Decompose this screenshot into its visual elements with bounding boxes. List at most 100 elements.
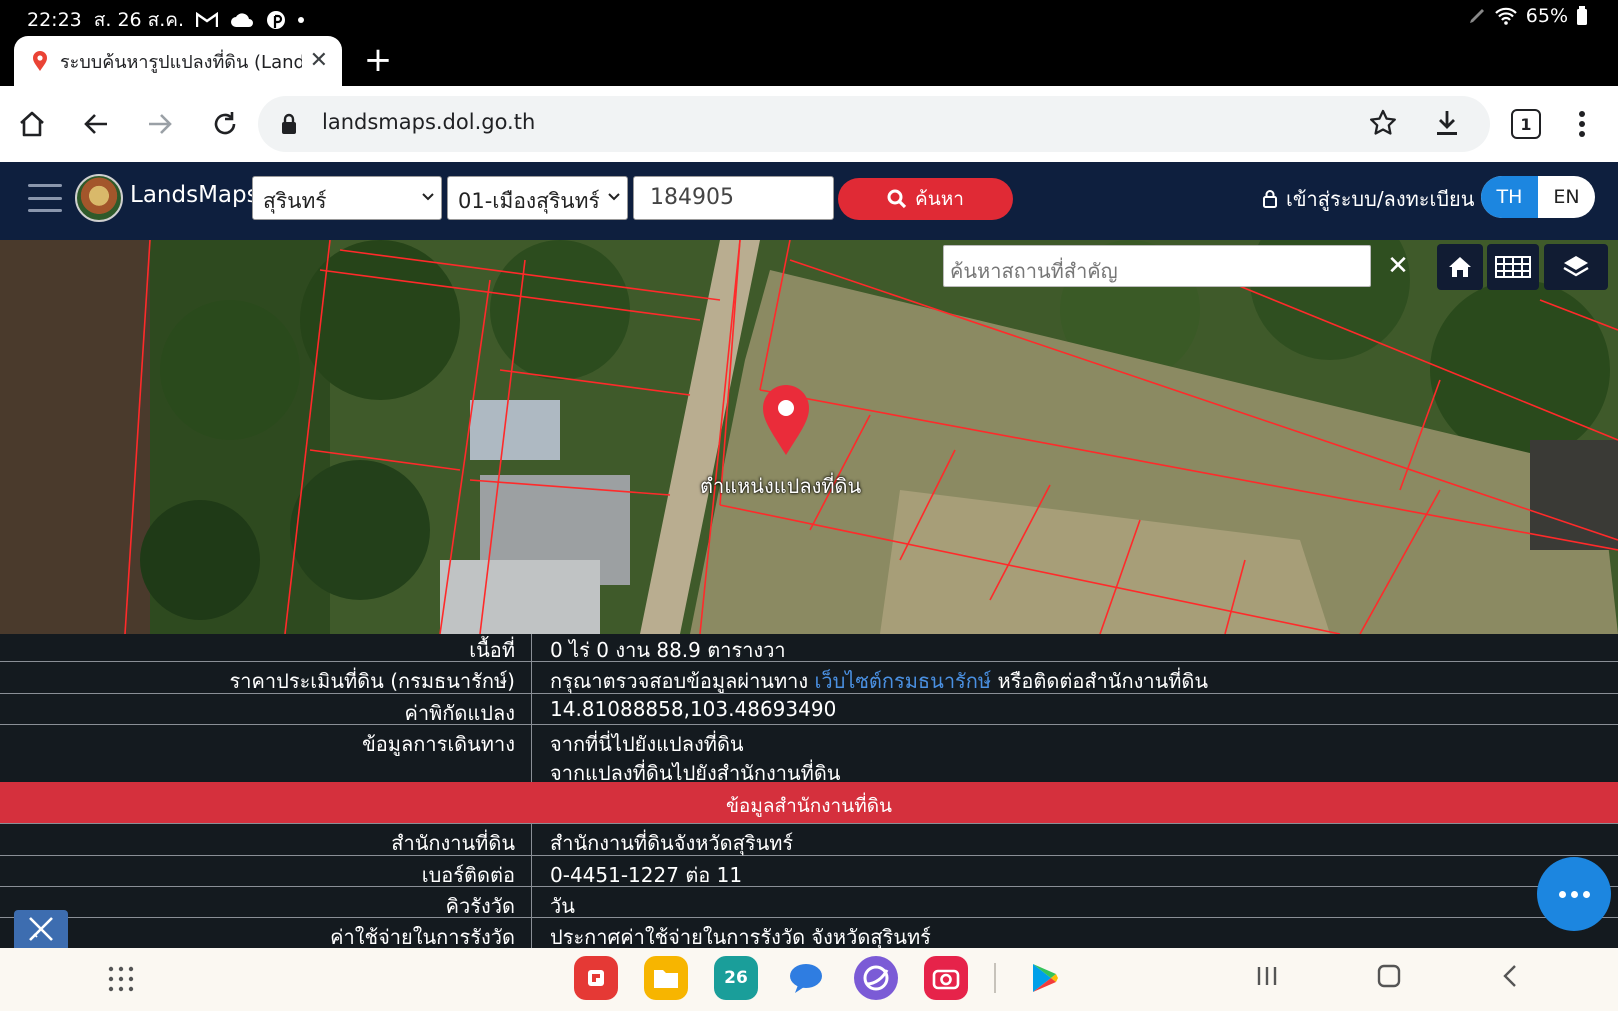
map-view[interactable]: ค้นหาสถานที่สำคัญ ✕ ตำแหน่งแปลงที่ดิน (0, 240, 1618, 634)
clear-search-icon[interactable]: ✕ (1375, 245, 1421, 287)
login-link[interactable]: เข้าสู่ระบบ/ลงทะเบียน (1262, 183, 1474, 215)
office-value: สำนักงานที่ดินจังหวัดสุรินทร์ (550, 831, 794, 855)
lock-icon (1263, 190, 1277, 208)
phone-label: เบอร์ติดต่อ (0, 856, 532, 887)
home-icon (1449, 257, 1471, 277)
tab-switcher-button[interactable]: 1 (1511, 109, 1541, 139)
office-label: สำนักงานที่ดิน (0, 824, 532, 855)
site-header: LandsMaps สุรินทร์ 01-เมืองสุรินทร์ 1849… (0, 162, 1618, 240)
browser-menu-icon[interactable] (1572, 106, 1592, 142)
treasury-website-link[interactable]: เว็บไซต์กรมธนารักษ์ (815, 669, 992, 693)
directions-row: ข้อมูลการเดินทาง จากที่นี่ไปยังแปลงที่ดิ… (0, 725, 1618, 785)
chat-button[interactable] (1537, 857, 1611, 931)
layers-icon (1563, 256, 1589, 277)
district-select[interactable]: 01-เมืองสุรินทร์ (447, 176, 628, 220)
close-tab-icon[interactable]: ✕ (310, 50, 328, 72)
directions-label: ข้อมูลการเดินทาง (0, 725, 532, 782)
coordinates-link[interactable]: 14.81088858,103.48693490 (550, 697, 836, 721)
satellite-imagery (0, 240, 1618, 634)
district-value: 01-เมืองสุรินทร์ (458, 189, 600, 213)
internet-icon[interactable] (854, 956, 898, 1000)
tab-strip: ระบบค้นหารูปแปลงที่ดิน (Land ✕ + (0, 34, 1618, 86)
login-label: เข้าสู่ระบบ/ลงทะเบียน (1286, 187, 1475, 211)
home-nav-icon[interactable] (1377, 964, 1401, 988)
map-pin-favicon-icon (33, 51, 47, 71)
survey-queue-row: คิวรังวัด วัน (0, 887, 1618, 918)
appraisal-label: ราคาประเมินที่ดิน (กรมธนารักษ์) (0, 662, 532, 693)
flipboard-icon[interactable] (574, 956, 618, 1000)
map-layers-button[interactable] (1544, 244, 1608, 290)
place-search-input[interactable]: ค้นหาสถานที่สำคัญ (943, 245, 1371, 287)
cloud-icon (231, 13, 254, 27)
battery-percent: 65% (1525, 5, 1568, 27)
dock-separator (994, 963, 996, 993)
province-select[interactable]: สุรินทร์ (252, 176, 442, 220)
appraisal-text-post: หรือติดต่อสำนักงานที่ดิน (997, 669, 1209, 693)
app-drawer-icon[interactable] (108, 966, 134, 992)
department-logo (75, 174, 123, 222)
more-notifications-dot (298, 17, 305, 23)
measure-tool-button[interactable] (14, 910, 68, 948)
province-value: สุรินทร์ (263, 189, 327, 213)
recents-icon[interactable] (1255, 964, 1279, 988)
battery-icon (1577, 6, 1587, 25)
lang-th-button[interactable]: TH (1481, 176, 1538, 218)
lang-en-button[interactable]: EN (1538, 176, 1595, 218)
calendar-icon[interactable]: 26 (714, 956, 758, 1000)
survey-cost-link[interactable]: ประกาศค่าใช้จ่ายในการรังวัด จังหวัดสุริน… (550, 921, 931, 948)
status-bar: 22:23 ส. 26 ส.ค. 65% (0, 0, 1618, 34)
date: ส. 26 ส.ค. (93, 9, 185, 31)
pinterest-icon (267, 11, 286, 29)
marker-label: ตำแหน่งแปลงที่ดิน (700, 474, 862, 498)
address-bar[interactable]: landsmaps.dol.go.th (258, 96, 1490, 152)
directions-to-parcel-link[interactable]: จากที่นี่ไปยังแปลงที่ดิน (550, 728, 744, 760)
camera-icon[interactable] (924, 956, 968, 1000)
calendar-day: 26 (724, 968, 748, 988)
lock-icon[interactable] (280, 113, 298, 135)
system-navigation (1255, 964, 1523, 988)
wifi-icon (1494, 7, 1517, 25)
search-button[interactable]: ค้นหา (838, 178, 1013, 220)
play-store-icon[interactable] (1022, 956, 1066, 1000)
chevron-down-icon (608, 193, 620, 201)
appraisal-row: ราคาประเมินที่ดิน (กรมธนารักษ์) กรุณาตรว… (0, 662, 1618, 694)
grid-icon (1495, 256, 1531, 278)
search-label: ค้นหา (915, 188, 964, 210)
browser-tab[interactable]: ระบบค้นหารูปแปลงที่ดิน (Land ✕ (14, 36, 342, 86)
parcel-info-panel: เนื้อที่ 0 ไร่ 0 งาน 88.9 ตารางวา ราคาปร… (0, 634, 1618, 948)
pen-icon (1469, 9, 1484, 23)
download-icon[interactable] (1432, 108, 1462, 138)
home-icon[interactable] (12, 104, 52, 144)
parcel-number-input[interactable]: 184905 (633, 176, 834, 220)
forward-icon[interactable] (140, 104, 180, 144)
phone-row: เบอร์ติดต่อ 0-4451-1227 ต่อ 11 (0, 856, 1618, 887)
area-row: เนื้อที่ 0 ไร่ 0 งาน 88.9 ตารางวา (0, 634, 1618, 662)
brand-name: LandsMaps (130, 182, 259, 208)
screen: 22:23 ส. 26 ส.ค. 65% ระบบค้นหารูปแปลงที่… (0, 0, 1618, 1011)
new-tab-icon[interactable]: + (358, 40, 398, 80)
back-nav-icon[interactable] (1499, 964, 1523, 988)
messages-icon[interactable] (784, 956, 828, 1000)
url-text[interactable]: landsmaps.dol.go.th (322, 110, 535, 134)
files-icon[interactable] (644, 956, 688, 1000)
survey-queue-label: คิวรังวัด (0, 887, 532, 918)
reload-icon[interactable] (205, 104, 245, 144)
gmail-icon (196, 12, 219, 27)
back-icon[interactable] (76, 104, 116, 144)
bookmark-star-icon[interactable] (1368, 108, 1398, 138)
search-icon (887, 189, 907, 209)
browser-toolbar: landsmaps.dol.go.th 1 (0, 86, 1618, 162)
survey-cost-row: ค่าใช้จ่ายในการรังวัด ประกาศค่าใช้จ่ายใน… (0, 918, 1618, 948)
clock: 22:23 (27, 9, 82, 31)
map-home-button[interactable] (1437, 244, 1483, 290)
area-label: เนื้อที่ (0, 634, 532, 662)
language-toggle: TH EN (1481, 176, 1595, 218)
appraisal-text-pre: กรุณาตรวจสอบข้อมูลผ่านทาง (550, 669, 809, 693)
hamburger-menu-icon[interactable] (28, 184, 62, 212)
office-section-header: ข้อมูลสำนักงานที่ดิน (0, 782, 1618, 824)
appraisal-value: กรุณาตรวจสอบข้อมูลผ่านทาง เว็บไซต์กรมธนา… (550, 665, 1208, 697)
app-dock: 26 (574, 956, 1066, 1000)
tab-title: ระบบค้นหารูปแปลงที่ดิน (Land (60, 51, 302, 73)
map-grid-button[interactable] (1487, 244, 1539, 290)
chevron-down-icon (422, 193, 434, 201)
